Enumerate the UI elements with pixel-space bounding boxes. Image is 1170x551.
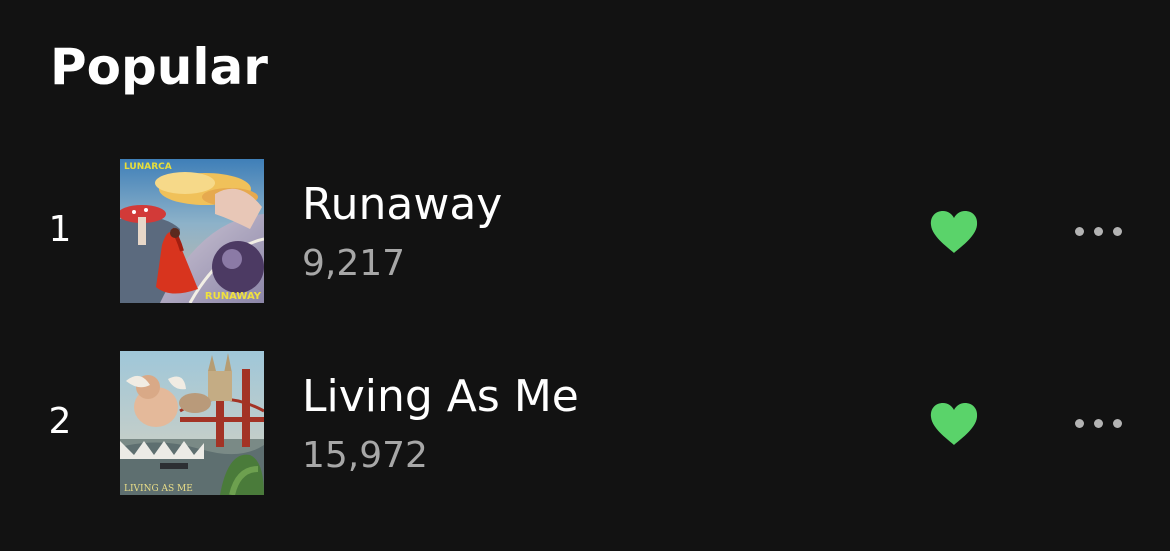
more-dot [1112, 226, 1122, 236]
track-row[interactable]: 2 LIVING AS ME Living As Me 15,972 [0, 351, 1170, 495]
more-dot [1074, 226, 1084, 236]
more-dot [1093, 418, 1103, 428]
track-rank: 2 [48, 401, 72, 442]
track-title[interactable]: Living As Me [302, 371, 579, 422]
heart-icon[interactable] [928, 209, 980, 255]
artwork-bottom-text: LIVING AS ME [124, 484, 193, 494]
more-dot [1074, 418, 1084, 428]
artwork-bottom-text: RUNAWAY [205, 291, 262, 302]
more-options-icon[interactable] [1066, 409, 1130, 437]
artwork-top-text: LUNARCA [124, 162, 172, 172]
play-count: 15,972 [302, 435, 428, 476]
more-dot [1093, 226, 1103, 236]
track-row[interactable]: 1 LUNARCA RUNAWAY Runaway 9,217 [0, 159, 1170, 303]
album-artwork: LIVING AS ME [120, 351, 264, 495]
play-count: 9,217 [302, 243, 406, 284]
album-artwork: LUNARCA RUNAWAY [120, 159, 264, 303]
popular-tracks-panel: Popular 1 LUNARCA RUNAWAY Runaway 9,217 … [0, 0, 1170, 551]
more-options-icon[interactable] [1066, 217, 1130, 245]
track-title[interactable]: Runaway [302, 179, 502, 230]
more-dot [1112, 418, 1122, 428]
heart-icon[interactable] [928, 401, 980, 447]
track-rank: 1 [48, 209, 72, 250]
section-title: Popular [50, 38, 268, 96]
